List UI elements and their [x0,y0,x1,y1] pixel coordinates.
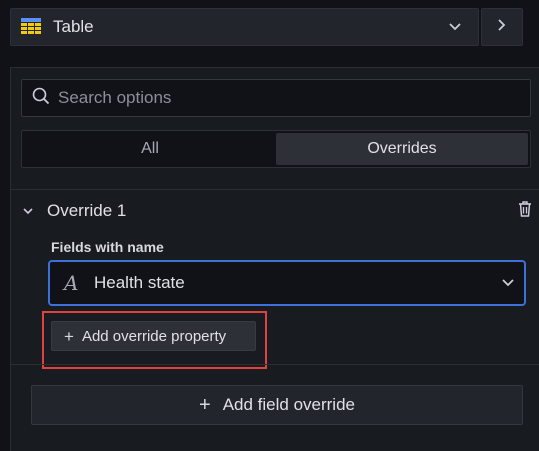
override-title: Override 1 [47,201,127,220]
chevron-down-icon [502,274,514,292]
override-header[interactable]: Override 1 [23,199,533,223]
visualization-expand-button[interactable] [481,8,523,46]
visualization-label: Table [53,17,94,36]
search-options-box[interactable] [21,79,531,117]
tab-overrides[interactable]: Overrides [276,133,528,165]
chevron-collapse-icon[interactable] [23,202,33,220]
divider [11,364,539,365]
search-icon [32,87,50,110]
divider [11,189,539,190]
visualization-select[interactable]: Table [10,8,479,46]
field-name-select[interactable]: A Health state [48,260,526,306]
tab-all[interactable]: All [24,133,276,165]
field-name-value: Health state [94,273,185,292]
string-field-icon: A [64,271,79,295]
visualization-picker: Table [10,8,523,46]
options-tabs: All Overrides [21,130,531,168]
chevron-right-icon [498,18,506,36]
add-override-property-label: Add override property [81,327,227,345]
chevron-down-icon [442,23,468,31]
trash-icon[interactable] [517,200,533,223]
add-field-override-button[interactable]: + Add field override [31,385,523,425]
plus-icon: + [64,326,74,346]
search-input[interactable] [56,87,530,109]
plus-icon: + [199,394,211,416]
add-override-property-button[interactable]: + Add override property [51,321,256,351]
table-icon [21,18,41,36]
add-field-override-label: Add field override [222,395,355,414]
options-pane: All Overrides Override 1 Fields with nam… [10,67,539,451]
matcher-label: Fields with name [51,239,164,255]
